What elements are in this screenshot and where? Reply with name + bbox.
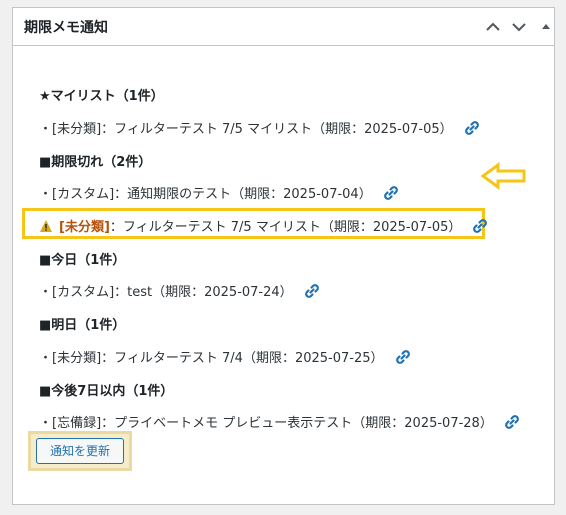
section-heading-today: ■今日（1件） <box>39 253 126 268</box>
memo-item-text: ・[カスタム]：通知期限のテスト（期限：2025-07-04） <box>39 187 372 202</box>
chevron-down-icon[interactable] <box>508 16 530 38</box>
memo-item-text: ：フィルターテスト 7/5 マイリスト（期限：2025-07-05） <box>109 220 462 235</box>
list-item: ・[カスタム]：test（期限：2025-07-24） <box>39 281 321 300</box>
section-heading-tomorrow: ■明日（1件） <box>39 318 126 333</box>
link-icon[interactable] <box>303 282 321 300</box>
link-icon[interactable] <box>471 217 489 235</box>
triangle-up-icon[interactable] <box>535 16 557 38</box>
section-heading-my-list: ★マイリスト（1件） <box>39 89 164 104</box>
arrow-left-icon <box>480 162 528 190</box>
list-item: ・[未分類]：フィルターテスト 7/5 マイリスト（期限：2025-07-05） <box>39 118 481 137</box>
warning-icon <box>39 219 53 233</box>
chevron-up-icon[interactable] <box>482 16 504 38</box>
list-item: ・[未分類]：フィルターテスト 7/4（期限：2025-07-25） <box>39 347 412 366</box>
memo-item-text: ・[忘備録]：プライベートメモ プレビュー表示テスト（期限：2025-07-28… <box>39 416 493 431</box>
widget-header: 期限メモ通知 <box>13 8 554 46</box>
link-icon[interactable] <box>463 119 481 137</box>
link-icon[interactable] <box>382 184 400 202</box>
memo-notification-widget: 期限メモ通知 ★マイリスト（1件） ・[未分類]：フィルターテスト 7/5 マイ… <box>12 7 555 505</box>
link-icon[interactable] <box>394 348 412 366</box>
link-icon[interactable] <box>503 413 521 431</box>
widget-content: ★マイリスト（1件） ・[未分類]：フィルターテスト 7/5 マイリスト（期限：… <box>13 46 554 504</box>
list-item: ・[カスタム]：通知期限のテスト（期限：2025-07-04） <box>39 183 400 202</box>
section-heading-expired: ■期限切れ（2件） <box>39 155 152 170</box>
button-highlight-box: 通知を更新 <box>28 431 132 471</box>
memo-item-text: ・[未分類]：フィルターテスト 7/5 マイリスト（期限：2025-07-05） <box>39 122 453 137</box>
widget-title: 期限メモ通知 <box>24 20 108 36</box>
refresh-notifications-button[interactable]: 通知を更新 <box>36 438 124 464</box>
memo-item-text: ・[カスタム]：test（期限：2025-07-24） <box>39 285 293 300</box>
category-tag: [未分類] <box>59 220 110 235</box>
memo-item-text: ・[未分類]：フィルターテスト 7/4（期限：2025-07-25） <box>39 351 384 366</box>
list-item: ・[忘備録]：プライベートメモ プレビュー表示テスト（期限：2025-07-28… <box>39 412 521 431</box>
section-heading-within-7-days: ■今後7日以内（1件） <box>39 384 174 399</box>
highlighted-list-item: [未分類] ：フィルターテスト 7/5 マイリスト（期限：2025-07-05） <box>39 216 489 235</box>
